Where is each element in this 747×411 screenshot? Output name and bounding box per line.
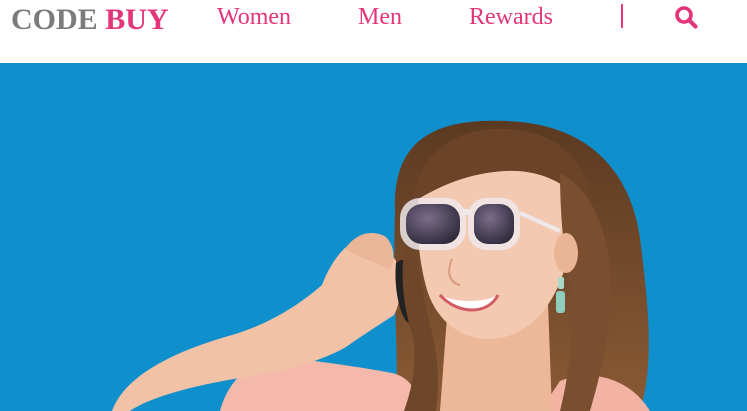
site-header: CODE BUY Women Men Rewards	[0, 0, 747, 63]
search-icon	[675, 6, 698, 29]
nav-link-women[interactable]: Women	[217, 2, 291, 32]
brand-logo[interactable]: CODE BUY	[11, 2, 169, 38]
search-button[interactable]	[674, 5, 698, 29]
brand-word-buy: BUY	[105, 3, 169, 36]
brand-word-code: CODE	[11, 3, 98, 36]
nav-link-rewards[interactable]: Rewards	[469, 2, 553, 32]
hero-image	[0, 63, 747, 411]
nav-divider	[621, 4, 623, 28]
nav-link-men[interactable]: Men	[358, 2, 402, 32]
hero-banner	[0, 63, 747, 411]
